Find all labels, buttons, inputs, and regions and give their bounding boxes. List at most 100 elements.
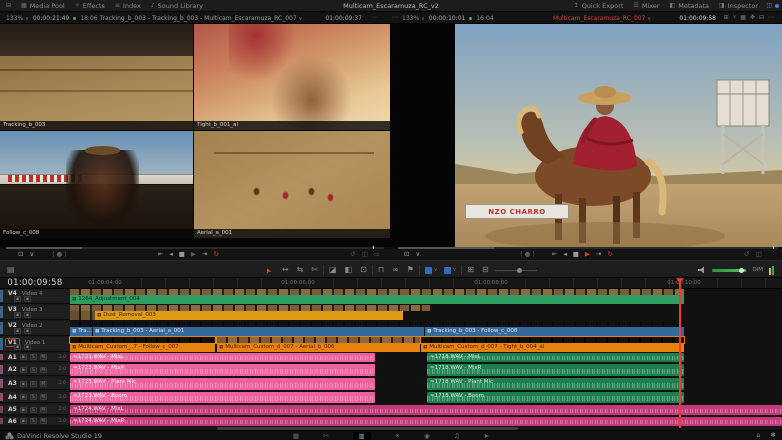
audio-clip[interactable]: ≈1718.WAV - Boom: [427, 392, 684, 403]
mute-button[interactable]: M: [40, 367, 47, 373]
insert-clip-icon[interactable]: ◪: [329, 266, 337, 274]
track-enable-button[interactable]: ▪: [14, 296, 21, 302]
audio-clip[interactable]: ≈1724.WAV - MixL: [70, 405, 782, 415]
play-button[interactable]: ▶: [585, 251, 590, 258]
replace-clip-icon[interactable]: ⊡: [360, 266, 367, 274]
page-cut[interactable]: ✄: [323, 432, 328, 440]
track-header-v1[interactable]: V1Video 1 ▪▪: [0, 337, 70, 352]
source-clip-title[interactable]: Tracking_b_003 - Tracking_b_003 - Multic…: [76, 15, 326, 22]
stop-button[interactable]: ■: [179, 251, 185, 258]
track-enable-button[interactable]: ▪: [14, 312, 21, 318]
track-header-a3[interactable]: A3 ▪ S M 2.0: [0, 378, 70, 390]
mixer-button[interactable]: ☰Mixer: [633, 2, 659, 10]
timeline-view-zoom-icon[interactable]: ⊟: [482, 266, 489, 274]
timeline-clip[interactable]: ▦Tra..._al: [70, 327, 92, 336]
monitor-volume-slider[interactable]: [712, 269, 746, 272]
metadata-button[interactable]: ◧Metadata: [670, 2, 709, 10]
timeline-viewer[interactable]: NZO CHARRO: [455, 24, 782, 247]
quick-export-button[interactable]: ↥Quick Export: [574, 2, 624, 10]
track-header-v2[interactable]: V2Video 2 ▪▪: [0, 321, 70, 336]
timeline-viewer-options-icon[interactable]: ⋯: [392, 15, 398, 21]
source-view-mode-icon[interactable]: ⊡: [18, 251, 23, 258]
mute-button[interactable]: M: [40, 418, 47, 424]
track-lock-button[interactable]: ▪: [20, 354, 27, 360]
match-frame-icon[interactable]: ↺: [744, 251, 749, 258]
multicam-cell-follow[interactable]: Follow_c_008: [0, 131, 193, 238]
page-fusion[interactable]: ✳: [395, 432, 400, 440]
track-lock-button[interactable]: ▪: [24, 328, 31, 334]
snapping-magnet-icon[interactable]: ⊓: [378, 266, 384, 274]
audio-clip[interactable]: ≈1723.WAV - MixL: [70, 353, 375, 362]
index-button[interactable]: ≡Index: [115, 2, 141, 10]
flag-icon[interactable]: ⚑: [407, 266, 414, 274]
track-header-a2[interactable]: A2 ▪ S M 2.0: [0, 364, 70, 376]
audio-clip[interactable]: ≈1718.WAV - Plant Mic: [427, 378, 684, 390]
timeline-options-icon[interactable]: ▤: [7, 266, 15, 274]
track-lock-button[interactable]: ▪: [20, 381, 27, 387]
timeline-clip[interactable]: ▦Tracking_b_003 - Follow_c_008: [425, 327, 684, 336]
loop-button[interactable]: ↻: [607, 251, 612, 258]
step-back-button[interactable]: ◂: [169, 251, 172, 258]
match-frame-icon[interactable]: ↺: [350, 251, 355, 258]
audio-clip[interactable]: ≈1723.WAV - MixR: [70, 364, 375, 376]
solo-button[interactable]: S: [30, 381, 37, 387]
solo-button[interactable]: S: [30, 394, 37, 400]
audio-clip[interactable]: ≈1718.WAV - MixR: [427, 364, 684, 376]
track-enable-button[interactable]: ▪: [14, 344, 21, 350]
track-lock-button[interactable]: ▪: [20, 394, 27, 400]
loop-button[interactable]: ↻: [213, 251, 218, 258]
timeline-clip-selected[interactable]: ▦Multicam_Custom_..7 - Follow_c_007: [70, 343, 215, 352]
multicam-view-icon[interactable]: ⊞: [724, 15, 729, 21]
track-header-v4[interactable]: V4Video 4 ▪▪: [0, 289, 70, 304]
mute-button[interactable]: M: [40, 407, 47, 413]
project-settings-gear-icon[interactable]: ✱: [771, 432, 776, 439]
track-lock-button[interactable]: ▪: [20, 407, 27, 413]
timeline-clip[interactable]: [70, 311, 95, 320]
timeline-lanes[interactable]: ▦1264_Adjustment_004 ▦Dust_Removal_003 ▦…: [70, 289, 782, 405]
track-lock-button[interactable]: ▪: [20, 367, 27, 373]
track-lock-button[interactable]: ▪: [24, 296, 31, 302]
page-edit-active[interactable]: ▥: [353, 432, 371, 440]
solo-button[interactable]: S: [30, 354, 37, 360]
effects-button[interactable]: ✧Effects: [75, 2, 105, 10]
timeline-clip[interactable]: ▦Tracking_b_003 - Aerial_a_001: [93, 327, 424, 336]
track-lock-button[interactable]: ▪: [24, 344, 31, 350]
mute-button[interactable]: M: [40, 394, 47, 400]
track-lock-button[interactable]: ▪: [20, 418, 27, 424]
multicam-cell-tracking[interactable]: Tracking_b_003: [0, 24, 193, 130]
track-header-a5[interactable]: A5 ▪ S M 2.0: [0, 405, 70, 415]
page-deliver[interactable]: ➤: [484, 432, 489, 440]
jog-control[interactable]: ⟨ ● ⟩: [52, 251, 67, 258]
selection-tool-icon[interactable]: ➤: [265, 266, 274, 274]
track-header-v3[interactable]: V3Video 3 ▪▪: [0, 305, 70, 320]
go-to-end-button[interactable]: ⇥: [202, 251, 207, 258]
link-clips-icon[interactable]: ∞: [392, 266, 399, 274]
audio-clip[interactable]: ≈1723.WAV - Boom: [70, 392, 375, 403]
speaker-icon[interactable]: [698, 266, 706, 274]
page-color[interactable]: ◉: [424, 432, 430, 440]
step-back-button[interactable]: ◂: [563, 251, 566, 258]
inspector-button[interactable]: ◨Inspector: [719, 2, 758, 10]
solo-button[interactable]: S: [30, 407, 37, 413]
timeline-zoom-slider[interactable]: [495, 270, 537, 271]
timeline-clip[interactable]: ▦1264_Adjustment_004: [70, 295, 684, 304]
go-to-start-button[interactable]: ⇤: [158, 251, 163, 258]
stop-button[interactable]: ■: [573, 251, 579, 258]
source-options-icon[interactable]: ⋯: [372, 15, 378, 21]
solo-button[interactable]: S: [30, 418, 37, 424]
viewer-menu-icon[interactable]: ⋯: [768, 15, 774, 21]
mark-out-icon[interactable]: ▭: [374, 251, 380, 258]
layout-toggle-icon[interactable]: ◫: [766, 3, 772, 9]
project-manager-icon[interactable]: ⌂: [756, 432, 760, 439]
page-fairlight[interactable]: ♫: [454, 432, 460, 440]
timeline-clip-selected[interactable]: ▦Multicam_Custom_d_007 - Aerial_b_006: [217, 343, 420, 352]
track-enable-button[interactable]: ▪: [14, 328, 21, 334]
timeline-view-full-icon[interactable]: ⊞: [467, 266, 474, 274]
playhead[interactable]: [679, 278, 681, 428]
timeline-clip-selected[interactable]: ▦Multicam_Custom_d_007 - Tight_b_004_al: [421, 343, 684, 352]
timeline-clip[interactable]: ▦Dust_Removal_003: [95, 311, 403, 320]
gallery-icon[interactable]: ▦: [740, 15, 746, 21]
play-button[interactable]: ▶: [191, 251, 196, 258]
overwrite-clip-icon[interactable]: ◧: [345, 266, 353, 274]
jog-control[interactable]: ⟨ ● ⟩: [520, 251, 535, 258]
